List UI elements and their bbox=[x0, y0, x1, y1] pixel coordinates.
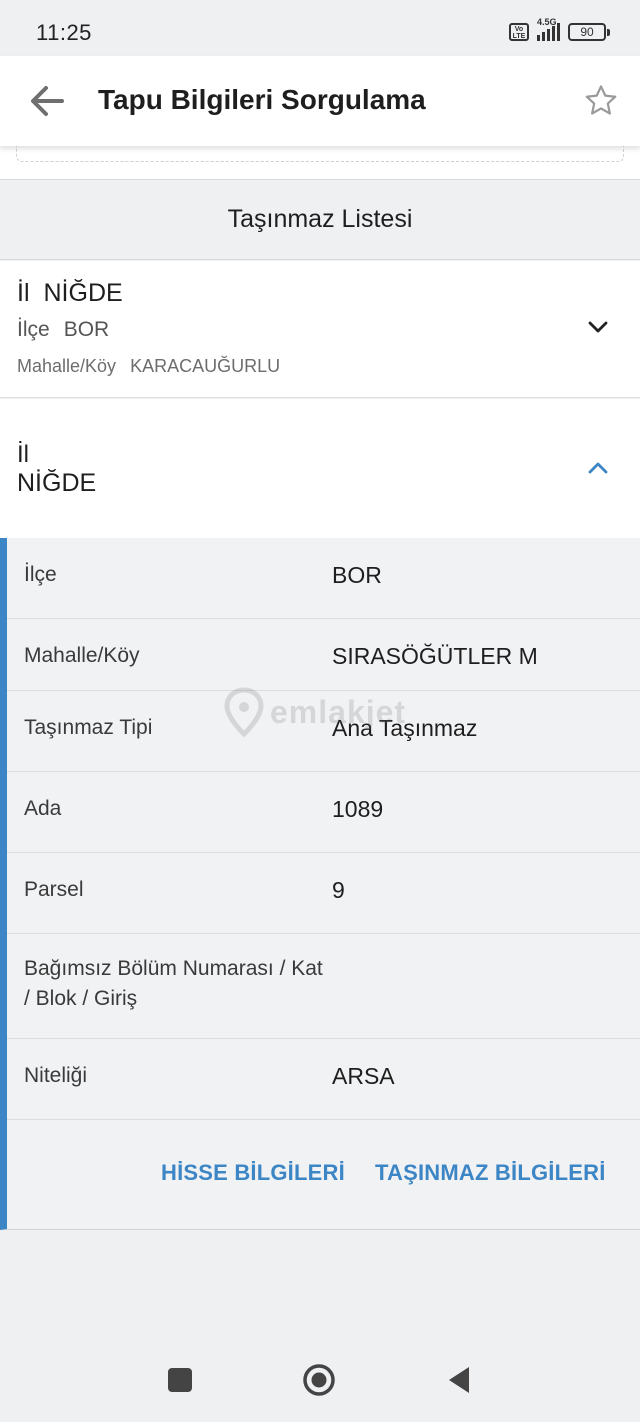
property-details: İlçe BOR Mahalle/Köy SIRASÖĞÜTLER M Taşı… bbox=[0, 538, 640, 1230]
detail-label: Parsel bbox=[24, 878, 84, 901]
detail-label: Mahalle/Köy bbox=[24, 644, 140, 667]
detail-value: SIRASÖĞÜTLER M bbox=[332, 643, 538, 669]
triangle-back-icon bbox=[449, 1367, 469, 1393]
watermark-text: emlakjet bbox=[270, 693, 407, 730]
chevron-down-icon bbox=[588, 321, 608, 333]
system-nav-bar bbox=[0, 1330, 640, 1422]
detail-value: 9 bbox=[332, 877, 345, 903]
ilce-label: İlçe bbox=[17, 318, 50, 341]
mahalle-value: KARACAUĞURLU bbox=[130, 356, 281, 376]
detail-label: İlçe bbox=[24, 563, 57, 586]
mahalle-label: Mahalle/Köy bbox=[17, 356, 117, 376]
detail-value: BOR bbox=[332, 562, 382, 588]
mahalle-line: Mahalle/Köy KARACAUĞURLU bbox=[17, 356, 280, 377]
detail-row-bagimsiz-bolum: Bağımsız Bölüm Numarası / Kat / Blok / G… bbox=[7, 934, 640, 1039]
volte-icon: Vo LTE bbox=[509, 23, 529, 41]
detail-row-ada: Ada 1089 bbox=[7, 772, 640, 853]
location-pin-icon bbox=[224, 687, 264, 737]
chevron-up-icon bbox=[588, 462, 608, 474]
detail-row-ilce: İlçe BOR bbox=[7, 538, 640, 619]
section-header: Taşınmaz Listesi bbox=[0, 180, 640, 260]
il-label: İl bbox=[17, 279, 30, 307]
recents-button[interactable] bbox=[162, 1362, 198, 1398]
detail-row-niteligi: Niteliği ARSA bbox=[7, 1039, 640, 1120]
network-type: 4.5G bbox=[537, 17, 557, 27]
il-value: NİĞDE bbox=[17, 469, 97, 497]
il-label: İl bbox=[17, 441, 29, 468]
battery-icon: 90 bbox=[568, 23, 610, 41]
detail-value: 1089 bbox=[332, 796, 384, 822]
hisse-bilgileri-button[interactable]: HİSSE BİLGİLERİ bbox=[161, 1160, 345, 1186]
detail-row-mahalle: Mahalle/Köy SIRASÖĞÜTLER M bbox=[7, 619, 640, 691]
property-item-collapsed[interactable]: İl NİĞDE İlçe BOR Mahalle/Köy KARACAUĞURLU bbox=[0, 261, 640, 398]
watermark: emlakjet bbox=[224, 684, 424, 740]
tasinmaz-bilgileri-button[interactable]: TAŞINMAZ BİLGİLERİ bbox=[375, 1160, 606, 1186]
il-value: NİĞDE bbox=[43, 279, 123, 307]
il-line: İl NİĞDE bbox=[17, 279, 123, 308]
back-nav-button[interactable] bbox=[441, 1362, 477, 1398]
query-form-edge bbox=[0, 146, 640, 180]
status-icons: Vo LTE 4.5G 90 bbox=[509, 17, 610, 44]
section-title: Taşınmaz Listesi bbox=[227, 205, 413, 233]
detail-label: Niteliği bbox=[24, 1064, 88, 1087]
back-button[interactable] bbox=[24, 78, 70, 124]
ilce-line: İlçe BOR bbox=[17, 318, 109, 342]
circle-icon bbox=[303, 1364, 335, 1396]
page-title: Tapu Bilgileri Sorgulama bbox=[98, 84, 426, 115]
home-button[interactable] bbox=[301, 1362, 337, 1398]
property-item-expanded[interactable]: İl NİĞDE bbox=[0, 399, 640, 538]
detail-label: Taşınmaz Tipi bbox=[24, 716, 153, 739]
square-icon bbox=[168, 1368, 192, 1392]
app-bar: Tapu Bilgileri Sorgulama bbox=[0, 56, 640, 146]
signal-icon: 4.5G bbox=[537, 17, 560, 41]
expand-button[interactable] bbox=[586, 315, 610, 339]
ilce-value: BOR bbox=[63, 318, 110, 341]
arrow-left-icon bbox=[31, 86, 64, 116]
collapse-button[interactable] bbox=[586, 456, 610, 480]
star-outline-icon bbox=[585, 85, 617, 115]
detail-label: Bağımsız Bölüm Numarası / Kat / Blok / G… bbox=[24, 957, 323, 1010]
status-time: 11:25 bbox=[36, 20, 92, 45]
favorite-button[interactable] bbox=[582, 82, 620, 120]
detail-value: ARSA bbox=[332, 1063, 395, 1089]
status-bar: 11:25 Vo LTE 4.5G 90 bbox=[0, 0, 640, 56]
detail-label: Ada bbox=[24, 797, 62, 820]
detail-actions: HİSSE BİLGİLERİ TAŞINMAZ BİLGİLERİ bbox=[7, 1120, 640, 1230]
detail-row-parsel: Parsel 9 bbox=[7, 853, 640, 934]
